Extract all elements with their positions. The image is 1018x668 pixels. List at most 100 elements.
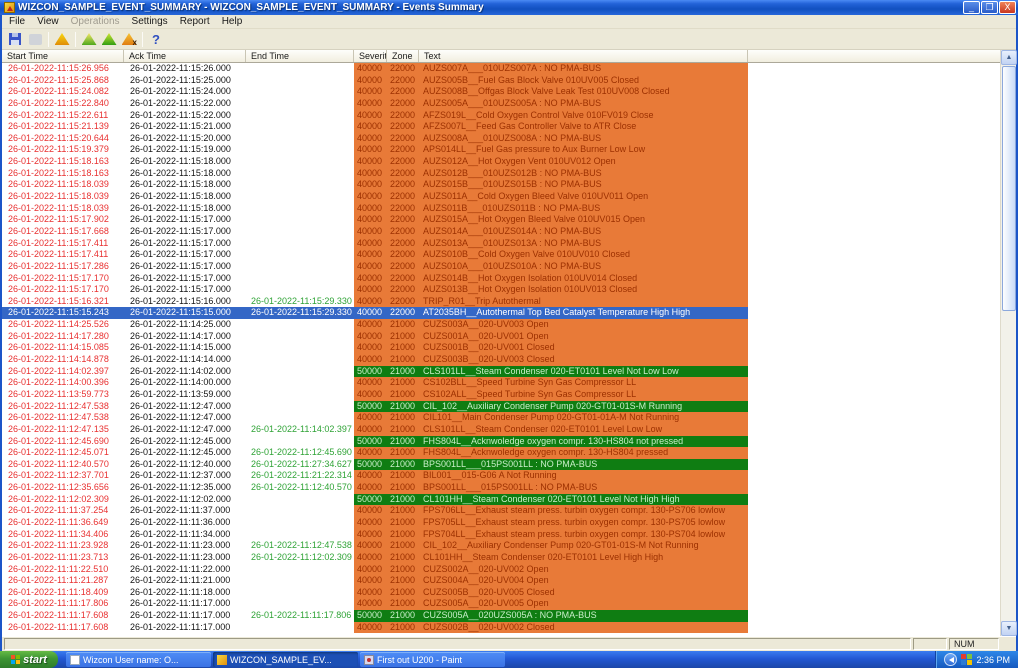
table-row[interactable]: 26-01-2022-11:11:23.92826-01-2022-11:11:… <box>2 540 1016 552</box>
table-row[interactable]: 26-01-2022-11:12:47.13526-01-2022-11:12:… <box>2 424 1016 436</box>
table-row[interactable]: 26-01-2022-11:11:17.80626-01-2022-11:11:… <box>2 598 1016 610</box>
column-header-ack-time[interactable]: Ack Time <box>124 50 246 62</box>
cell-filler <box>748 587 1016 599</box>
cell-text: CUZS003B__020-UV003 Closed <box>419 354 748 366</box>
table-row[interactable]: 26-01-2022-11:15:17.41126-01-2022-11:15:… <box>2 249 1016 261</box>
column-header-severity[interactable]: Severity <box>354 50 387 62</box>
restore-button[interactable]: ❐ <box>981 1 998 14</box>
table-row[interactable]: 26-01-2022-11:15:18.03926-01-2022-11:15:… <box>2 191 1016 203</box>
cell-end <box>246 622 354 634</box>
security-alert-icon[interactable] <box>961 654 972 665</box>
table-row[interactable]: 26-01-2022-11:15:18.03926-01-2022-11:15:… <box>2 203 1016 215</box>
taskbar-task-button[interactable]: WIZCON_SAMPLE_EV... <box>213 652 358 667</box>
scrollbar-thumb[interactable] <box>1002 66 1016 311</box>
table-row[interactable]: 26-01-2022-11:12:47.53826-01-2022-11:12:… <box>2 401 1016 413</box>
ack-event-button[interactable] <box>79 30 99 48</box>
hide-icons-chevron-icon[interactable] <box>944 653 957 666</box>
table-row[interactable]: 26-01-2022-11:13:59.77326-01-2022-11:13:… <box>2 389 1016 401</box>
table-row[interactable]: 26-01-2022-11:11:22.51026-01-2022-11:11:… <box>2 564 1016 576</box>
table-row[interactable]: 26-01-2022-11:11:23.71326-01-2022-11:11:… <box>2 552 1016 564</box>
table-row[interactable]: 26-01-2022-11:11:37.25426-01-2022-11:11:… <box>2 505 1016 517</box>
close-button[interactable]: X <box>999 1 1016 14</box>
table-row[interactable]: 26-01-2022-11:15:17.90226-01-2022-11:15:… <box>2 214 1016 226</box>
table-row[interactable]: 26-01-2022-11:14:17.28026-01-2022-11:14:… <box>2 331 1016 343</box>
table-row[interactable]: 26-01-2022-11:15:18.03926-01-2022-11:15:… <box>2 179 1016 191</box>
save-button[interactable] <box>5 30 25 48</box>
column-header-zone[interactable]: Zone <box>387 50 419 62</box>
table-row[interactable]: 26-01-2022-11:15:25.86826-01-2022-11:15:… <box>2 75 1016 87</box>
table-row[interactable]: 26-01-2022-11:15:17.66826-01-2022-11:15:… <box>2 226 1016 238</box>
column-header-end-time[interactable]: End Time <box>246 50 354 62</box>
table-row-selected[interactable]: 26-01-2022-11:15:15.24326-01-2022-11:15:… <box>2 307 1016 319</box>
table-row[interactable]: 26-01-2022-11:11:34.40626-01-2022-11:11:… <box>2 529 1016 541</box>
menu-item-report[interactable]: Report <box>174 15 216 28</box>
menu-item-file[interactable]: File <box>3 15 31 28</box>
table-row[interactable]: 26-01-2022-11:12:35.65626-01-2022-11:12:… <box>2 482 1016 494</box>
table-row[interactable]: 26-01-2022-11:15:18.16326-01-2022-11:15:… <box>2 156 1016 168</box>
column-header-start-time[interactable]: Start Time <box>2 50 124 62</box>
table-row[interactable]: 26-01-2022-11:14:15.08526-01-2022-11:14:… <box>2 342 1016 354</box>
delete-event-button[interactable]: x <box>119 30 139 48</box>
toolbar-separator <box>75 32 76 47</box>
cell-severity: 40000 <box>354 342 387 354</box>
help-icon: ? <box>152 32 160 47</box>
table-row[interactable]: 26-01-2022-11:14:14.87826-01-2022-11:14:… <box>2 354 1016 366</box>
taskbar-task-button[interactable]: First out U200 - Paint <box>360 652 505 667</box>
table-row[interactable]: 26-01-2022-11:12:40.57026-01-2022-11:12:… <box>2 459 1016 471</box>
table-row[interactable]: 26-01-2022-11:12:02.30926-01-2022-11:12:… <box>2 494 1016 506</box>
table-row[interactable]: 26-01-2022-11:15:16.32126-01-2022-11:15:… <box>2 296 1016 308</box>
cell-ack: 26-01-2022-11:15:17.000 <box>124 284 246 296</box>
scroll-down-button[interactable]: ▼ <box>1001 621 1017 636</box>
table-row[interactable]: 26-01-2022-11:15:21.13926-01-2022-11:15:… <box>2 121 1016 133</box>
table-row[interactable]: 26-01-2022-11:15:24.08226-01-2022-11:15:… <box>2 86 1016 98</box>
table-row[interactable]: 26-01-2022-11:11:36.64926-01-2022-11:11:… <box>2 517 1016 529</box>
scroll-up-button[interactable]: ▲ <box>1001 50 1017 65</box>
help-button[interactable]: ? <box>146 30 166 48</box>
table-row[interactable]: 26-01-2022-11:15:17.17026-01-2022-11:15:… <box>2 273 1016 285</box>
ack-triangle-icon <box>82 33 97 45</box>
cell-severity: 40000 <box>354 564 387 576</box>
table-row[interactable]: 26-01-2022-11:11:17.60826-01-2022-11:11:… <box>2 610 1016 622</box>
menu-item-operations: Operations <box>65 15 126 28</box>
cell-end <box>246 389 354 401</box>
cell-text: FHS804L__Acknwoledge oxygen compr. 130-H… <box>419 436 748 448</box>
cell-severity: 40000 <box>354 249 387 261</box>
resize-grip <box>1001 638 1014 650</box>
table-row[interactable]: 26-01-2022-11:11:18.40926-01-2022-11:11:… <box>2 587 1016 599</box>
taskbar-task-button[interactable]: Wizcon User name: O... <box>66 652 211 667</box>
table-row[interactable]: 26-01-2022-11:12:45.07126-01-2022-11:12:… <box>2 447 1016 459</box>
statusbar: NUM <box>2 636 1016 651</box>
table-row[interactable]: 26-01-2022-11:14:25.52626-01-2022-11:14:… <box>2 319 1016 331</box>
table-row[interactable]: 26-01-2022-11:15:19.37926-01-2022-11:15:… <box>2 144 1016 156</box>
table-row[interactable]: 26-01-2022-11:15:20.64426-01-2022-11:15:… <box>2 133 1016 145</box>
table-row[interactable]: 26-01-2022-11:11:17.60826-01-2022-11:11:… <box>2 622 1016 634</box>
table-row[interactable]: 26-01-2022-11:12:45.69026-01-2022-11:12:… <box>2 436 1016 448</box>
table-row[interactable]: 26-01-2022-11:15:22.61126-01-2022-11:15:… <box>2 110 1016 122</box>
table-row[interactable]: 26-01-2022-11:15:26.95626-01-2022-11:15:… <box>2 63 1016 75</box>
table-row[interactable]: 26-01-2022-11:15:17.28626-01-2022-11:15:… <box>2 261 1016 273</box>
column-header-text[interactable]: Text <box>419 50 748 62</box>
table-row[interactable]: 26-01-2022-11:15:17.41126-01-2022-11:15:… <box>2 238 1016 250</box>
table-row[interactable]: 26-01-2022-11:15:17.17026-01-2022-11:15:… <box>2 284 1016 296</box>
table-row[interactable]: 26-01-2022-11:14:00.39626-01-2022-11:14:… <box>2 377 1016 389</box>
table-row[interactable]: 26-01-2022-11:12:37.70126-01-2022-11:12:… <box>2 470 1016 482</box>
cell-end <box>246 505 354 517</box>
start-button[interactable]: start <box>0 651 58 668</box>
table-row[interactable]: 26-01-2022-11:12:47.53826-01-2022-11:12:… <box>2 412 1016 424</box>
cell-filler <box>748 238 1016 250</box>
table-row[interactable]: 26-01-2022-11:15:22.84026-01-2022-11:15:… <box>2 98 1016 110</box>
table-row[interactable]: 26-01-2022-11:14:02.39726-01-2022-11:14:… <box>2 366 1016 378</box>
alarm-summary-button[interactable] <box>52 30 72 48</box>
vertical-scrollbar[interactable]: ▲ ▼ <box>1000 50 1016 636</box>
menu-item-settings[interactable]: Settings <box>126 15 174 28</box>
table-row[interactable]: 26-01-2022-11:11:21.28726-01-2022-11:11:… <box>2 575 1016 587</box>
cell-filler <box>748 598 1016 610</box>
cell-ack: 26-01-2022-11:11:23.000 <box>124 552 246 564</box>
cell-ack: 26-01-2022-11:11:17.000 <box>124 598 246 610</box>
print-button[interactable] <box>25 30 45 48</box>
minimize-button[interactable]: _ <box>963 1 980 14</box>
table-row[interactable]: 26-01-2022-11:15:18.16326-01-2022-11:15:… <box>2 168 1016 180</box>
menu-item-view[interactable]: View <box>31 15 65 28</box>
menu-item-help[interactable]: Help <box>216 15 249 28</box>
ack-all-button[interactable] <box>99 30 119 48</box>
